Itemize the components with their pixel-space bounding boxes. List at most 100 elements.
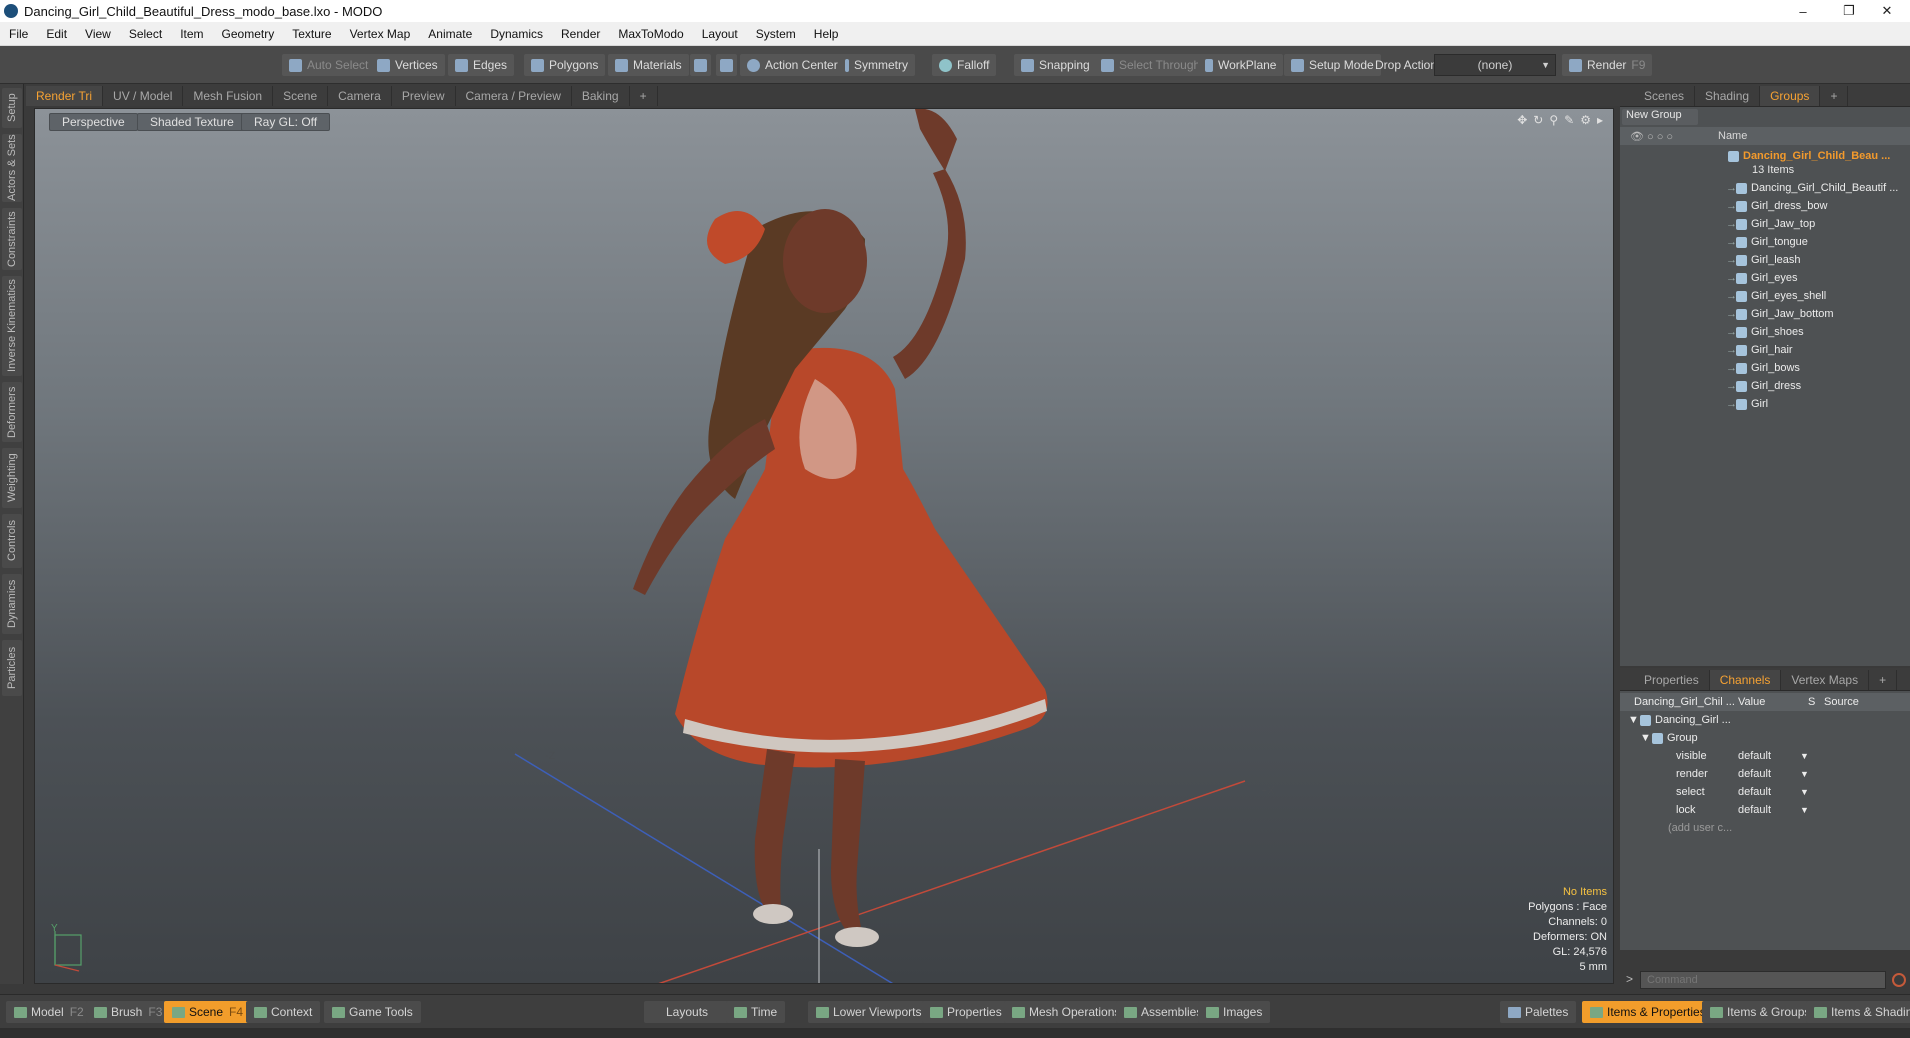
tab-camera[interactable]: Camera <box>328 86 392 106</box>
assemblies-button[interactable]: Assemblies <box>1116 1001 1211 1023</box>
channel-value[interactable]: default <box>1738 804 1800 816</box>
properties-button[interactable]: Properties <box>922 1001 1010 1023</box>
tab-render-tri[interactable]: Render Tri <box>26 86 104 106</box>
render-button[interactable]: Render F9 <box>1562 54 1653 76</box>
menu-item[interactable]: Item <box>171 27 212 41</box>
tab-mesh-fusion[interactable]: Mesh Fusion <box>183 86 274 106</box>
tab-shading[interactable]: Shading <box>1695 86 1761 106</box>
left-tab-constraints[interactable]: Constraints <box>2 208 22 270</box>
chevron-down-icon[interactable]: ▼ <box>1800 751 1809 761</box>
left-tab-dynamics[interactable]: Dynamics <box>2 574 22 634</box>
channel-value[interactable]: default <box>1738 750 1800 762</box>
gear-icon[interactable]: ⚙ <box>1580 113 1591 127</box>
rotate-icon[interactable]: ↻ <box>1533 113 1543 127</box>
list-item[interactable]: → Girl_bows <box>1620 359 1910 377</box>
list-item[interactable]: → Girl_shoes <box>1620 323 1910 341</box>
list-item[interactable]: → Girl_eyes_shell <box>1620 287 1910 305</box>
left-tab-inverse-kinematics[interactable]: Inverse Kinematics <box>2 276 22 376</box>
left-tab-controls[interactable]: Controls <box>2 514 22 568</box>
time-button[interactable]: Time <box>726 1001 786 1023</box>
channels-root-row[interactable]: ▼ Dancing_Girl ... <box>1620 711 1910 729</box>
3d-viewport[interactable]: Perspective Shaded Texture Ray GL: Off +… <box>34 108 1614 984</box>
list-item[interactable]: → Girl_dress_bow <box>1620 197 1910 215</box>
action-center-button[interactable]: Action Center <box>740 54 845 76</box>
minimize-icon[interactable]: – <box>1780 0 1826 22</box>
list-item[interactable]: → Girl_dress <box>1620 377 1910 395</box>
select-mode-button-a[interactable] <box>690 54 711 76</box>
mesh-operations-button[interactable]: Mesh Operations <box>1004 1001 1129 1023</box>
menu-vertex-map[interactable]: Vertex Map <box>341 27 420 41</box>
pan-icon[interactable]: ✥ <box>1517 113 1527 127</box>
palettes-button[interactable]: Palettes <box>1500 1001 1577 1023</box>
command-input[interactable] <box>1640 971 1886 989</box>
tab-groups[interactable]: Groups <box>1760 86 1821 106</box>
left-tab-deformers[interactable]: Deformers <box>2 382 22 442</box>
channel-row[interactable]: visible default ▼ <box>1620 747 1910 765</box>
menu-geometry[interactable]: Geometry <box>213 27 284 41</box>
context-button[interactable]: Context <box>246 1001 321 1023</box>
list-item[interactable]: → Girl_tongue <box>1620 233 1910 251</box>
workplane-button[interactable]: WorkPlane <box>1198 54 1284 76</box>
fit-icon[interactable]: ✎ <box>1564 113 1574 127</box>
chevron-down-icon[interactable]: ▼ <box>1800 805 1809 815</box>
list-item[interactable]: → Girl_hair <box>1620 341 1910 359</box>
list-item[interactable]: → Girl <box>1620 395 1910 413</box>
chevron-down-icon[interactable]: ▼ <box>1800 787 1809 797</box>
chevron-down-icon[interactable]: ▼ <box>1800 769 1809 779</box>
add-properties-tab-button[interactable]: + <box>1869 670 1898 690</box>
tab-uv-model[interactable]: UV / Model <box>103 86 184 106</box>
expand-triangle-icon[interactable]: ▼ <box>1628 714 1640 726</box>
falloff-button[interactable]: Falloff <box>932 54 997 76</box>
materials-button[interactable]: Materials <box>608 54 689 76</box>
menu-dynamics[interactable]: Dynamics <box>481 27 552 41</box>
polygons-button[interactable]: Polygons <box>524 54 606 76</box>
tab-channels[interactable]: Channels <box>1709 670 1782 690</box>
items-shading-button[interactable]: Items & Shading <box>1806 1001 1910 1023</box>
tab-baking[interactable]: Baking <box>572 86 630 106</box>
list-item[interactable]: → Girl_leash <box>1620 251 1910 269</box>
new-group-button[interactable]: New Group <box>1622 109 1698 125</box>
add-tab-button[interactable]: + <box>630 86 658 106</box>
menu-animate[interactable]: Animate <box>419 27 481 41</box>
snapping-button[interactable]: Snapping <box>1014 54 1097 76</box>
edges-button[interactable]: Edges <box>448 54 515 76</box>
drop-action-select[interactable]: (none) ▼ <box>1434 54 1556 76</box>
tab-scene[interactable]: Scene <box>273 86 329 106</box>
list-item[interactable]: → Girl_Jaw_top <box>1620 215 1910 233</box>
left-tab-particles[interactable]: Particles <box>2 640 22 696</box>
auto-select-button[interactable]: Auto Select <box>282 54 376 76</box>
channel-row[interactable]: select default ▼ <box>1620 783 1910 801</box>
list-item[interactable]: → Dancing_Girl_Child_Beautif ... <box>1620 179 1910 197</box>
expand-triangle-icon[interactable]: ▼ <box>1640 732 1652 744</box>
symmetry-button[interactable]: Symmetry <box>838 54 915 76</box>
layouts-button[interactable]: Layouts <box>644 1001 731 1023</box>
setup-mode-button[interactable]: Setup Mode <box>1284 54 1381 76</box>
menu-render[interactable]: Render <box>552 27 609 41</box>
tab-properties[interactable]: Properties <box>1634 670 1710 690</box>
menu-help[interactable]: Help <box>805 27 848 41</box>
tab-scenes[interactable]: Scenes <box>1634 86 1696 106</box>
menu-maxtomodo[interactable]: MaxToModo <box>609 27 692 41</box>
list-item[interactable]: → Girl_eyes <box>1620 269 1910 287</box>
menu-file[interactable]: File <box>0 27 37 41</box>
channel-value[interactable]: default <box>1738 786 1800 798</box>
menu-texture[interactable]: Texture <box>283 27 340 41</box>
model-layout-button[interactable]: Model F2 <box>6 1001 92 1023</box>
brush-layout-button[interactable]: Brush F3 <box>86 1001 171 1023</box>
select-through-button[interactable]: Select Through <box>1094 54 1208 76</box>
channel-row[interactable]: render default ▼ <box>1620 765 1910 783</box>
zoom-icon[interactable]: ⚲ <box>1549 113 1558 127</box>
add-user-channel-row[interactable]: (add user c... <box>1620 819 1910 837</box>
menu-select[interactable]: Select <box>120 27 171 41</box>
items-groups-button[interactable]: Items & Groups <box>1702 1001 1819 1023</box>
lower-viewports-button[interactable]: Lower Viewports <box>808 1001 930 1023</box>
menu-layout[interactable]: Layout <box>693 27 747 41</box>
items-properties-button[interactable]: Items & Properties <box>1582 1001 1714 1023</box>
tab-preview[interactable]: Preview <box>392 86 456 106</box>
channel-row[interactable]: lock default ▼ <box>1620 801 1910 819</box>
channel-value[interactable]: default <box>1738 768 1800 780</box>
scene-layout-button[interactable]: Scene F4 <box>164 1001 252 1023</box>
channels-group-row[interactable]: ▼ Group <box>1620 729 1910 747</box>
tab-vertex-maps[interactable]: Vertex Maps <box>1781 670 1870 690</box>
add-panel-tab-button[interactable]: + <box>1820 86 1849 106</box>
